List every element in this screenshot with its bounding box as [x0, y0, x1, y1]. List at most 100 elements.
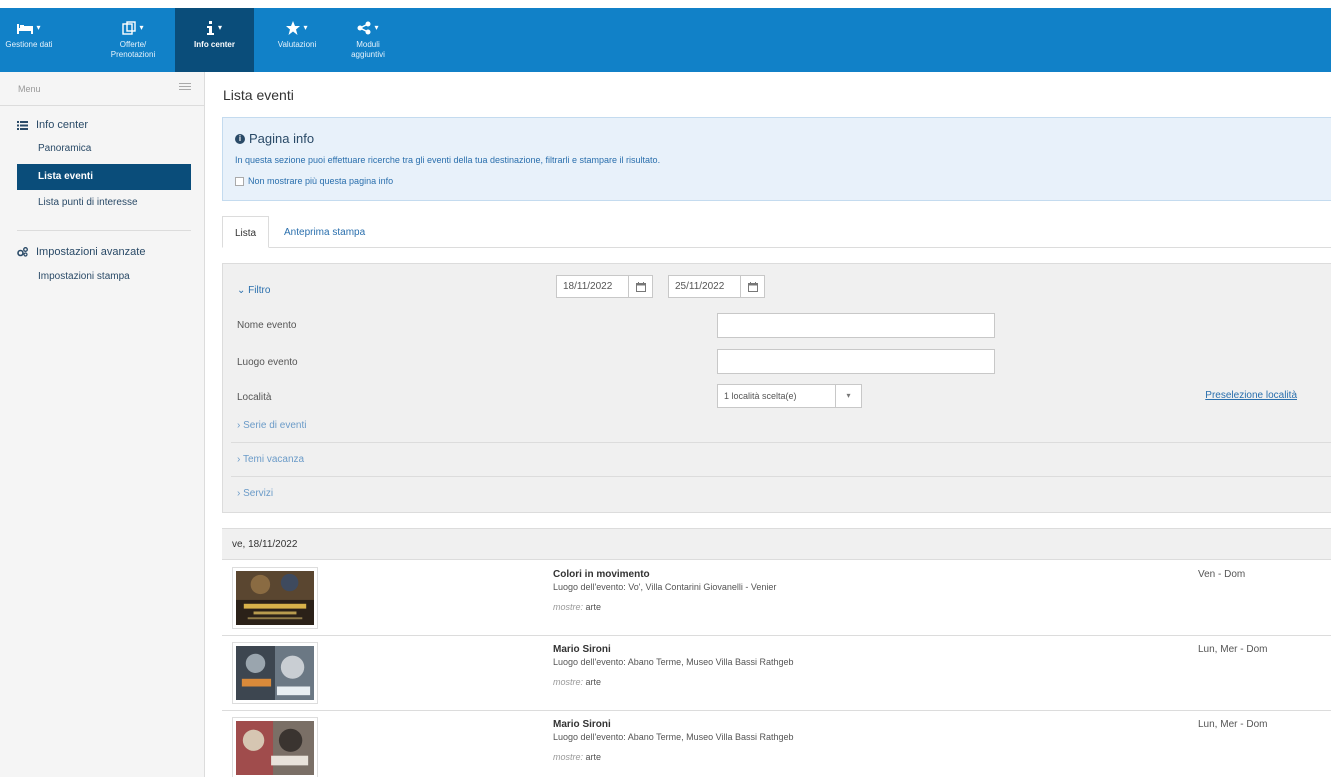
preselect-locality-link[interactable]: Preselezione località — [1205, 390, 1297, 401]
calendar-icon[interactable] — [628, 276, 652, 297]
event-category: mostre: arte — [553, 677, 601, 687]
collapse-temi-vacanza[interactable]: › Temi vacanza — [237, 454, 304, 465]
event-place-input[interactable] — [717, 349, 995, 374]
collapse-servizi[interactable]: › Servizi — [237, 488, 273, 499]
date-from-value: 18/11/2022 — [563, 281, 613, 292]
divider — [231, 442, 1331, 443]
info-box: i Pagina info In questa sezione puoi eff… — [222, 117, 1331, 201]
sidebar-item-lista-punti-interesse[interactable]: Lista punti di interesse — [38, 197, 138, 208]
hamburger-icon[interactable] — [179, 83, 191, 92]
event-title[interactable]: Mario Sironi — [553, 644, 611, 655]
collapse-label: Serie di eventi — [243, 420, 307, 431]
nav-label: Gestione dati — [5, 40, 53, 49]
event-thumbnail[interactable] — [232, 642, 318, 704]
gears-icon — [17, 247, 28, 257]
filter-panel: ⌄ Filtro 18/11/2022 25/11/2022 Nome even… — [222, 263, 1331, 513]
calendar-offer-icon — [122, 21, 137, 35]
sidebar-section-label: Info center — [36, 119, 88, 131]
sidebar-section-info-center[interactable]: Info center — [17, 119, 88, 131]
chevron-down-icon: ▾ — [139, 23, 144, 32]
event-name-input[interactable] — [717, 313, 995, 338]
chevron-down-icon: ▾ — [374, 23, 379, 32]
date-to-value: 25/11/2022 — [675, 281, 725, 292]
event-category-label: mostre: — [553, 602, 584, 612]
collapse-serie-eventi[interactable]: › Serie di eventi — [237, 420, 307, 431]
sidebar-menu-label: Menu — [18, 84, 41, 94]
collapse-label: Servizi — [243, 488, 274, 499]
chevron-down-icon[interactable]: ▾ — [835, 385, 861, 407]
sidebar-menu-header: Menu — [0, 72, 205, 106]
calendar-icon[interactable] — [740, 276, 764, 297]
sidebar-section-impostazioni-avanzate[interactable]: Impostazioni avanzate — [17, 246, 145, 258]
filter-toggle[interactable]: ⌄ Filtro — [237, 285, 270, 296]
sidebar-item-lista-eventi[interactable]: Lista eventi — [17, 164, 191, 190]
chevron-right-icon: › — [237, 420, 241, 431]
event-category-label: mostre: — [553, 677, 584, 687]
filter-toggle-label: Filtro — [248, 285, 271, 296]
star-icon — [286, 21, 301, 35]
event-thumbnail[interactable] — [232, 567, 318, 629]
tab-anteprima-stampa[interactable]: Anteprima stampa — [284, 216, 365, 248]
locality-select[interactable]: 1 località scelta(e) ▾ — [717, 384, 862, 408]
event-date-header: ve, 18/11/2022 — [222, 528, 1331, 560]
date-to-input[interactable]: 25/11/2022 — [668, 275, 765, 298]
chevron-right-icon: › — [237, 488, 241, 499]
nav-gestione-dati[interactable]: ▾ Gestione dati — [0, 8, 58, 72]
nav-label: Offerte/ Prenotazioni — [110, 40, 156, 59]
list-icon — [17, 120, 28, 130]
hide-info-checkbox-row[interactable]: Non mostrare più questa pagina info — [235, 176, 393, 186]
event-row[interactable]: Mario Sironi Luogo dell'evento: Abano Te… — [222, 711, 1331, 777]
event-image — [236, 646, 314, 700]
sidebar: Menu Info center Panoramica Lista eventi… — [0, 72, 205, 777]
tab-bar: Lista Anteprima stampa — [222, 216, 1331, 248]
page-title: Lista eventi — [223, 87, 294, 103]
event-place: Luogo dell'evento: Vo', Villa Contarini … — [553, 582, 777, 592]
event-category-value: arte — [585, 602, 602, 612]
share-icon — [357, 21, 371, 35]
nav-valutazioni[interactable]: ▾ Valutazioni — [264, 8, 330, 72]
hide-info-checkbox[interactable] — [235, 176, 244, 186]
event-days: Lun, Mer - Dom — [1198, 644, 1268, 655]
nav-moduli-aggiuntivi[interactable]: ▾ Moduli aggiuntivi — [340, 8, 396, 72]
event-days: Ven - Dom — [1198, 569, 1246, 580]
tab-lista[interactable]: Lista — [222, 216, 269, 248]
chevron-down-icon: ▾ — [217, 23, 222, 32]
event-thumbnail[interactable] — [232, 717, 318, 777]
collapse-label: Temi vacanza — [242, 454, 305, 465]
event-place-label: Luogo evento — [237, 357, 298, 368]
top-navigation-bar: ▾ Gestione dati ▾ Offerte/ Prenotazioni … — [0, 8, 1331, 72]
event-image — [236, 721, 314, 775]
event-title[interactable]: Colori in movimento — [553, 569, 650, 580]
sidebar-item-panoramica[interactable]: Panoramica — [38, 143, 91, 154]
nav-label: Info center — [194, 40, 235, 49]
event-row[interactable]: Colori in movimento Luogo dell'evento: V… — [222, 561, 1331, 636]
nav-label: Moduli aggiuntivi — [351, 40, 385, 59]
event-category: mostre: arte — [553, 602, 601, 612]
bed-icon — [17, 24, 34, 34]
nav-info-center[interactable]: ▾ Info center — [175, 8, 254, 72]
chevron-down-icon: ▾ — [36, 23, 41, 32]
nav-label: Valutazioni — [277, 40, 317, 49]
event-days: Lun, Mer - Dom — [1198, 719, 1268, 730]
event-title[interactable]: Mario Sironi — [553, 719, 611, 730]
chevron-down-icon: ⌄ — [237, 285, 246, 296]
event-category-value: arte — [585, 677, 602, 687]
chevron-down-icon: ▾ — [303, 23, 308, 32]
event-place: Luogo dell'evento: Abano Terme, Museo Vi… — [553, 732, 794, 742]
sidebar-divider — [17, 230, 191, 231]
info-text: In questa sezione puoi effettuare ricerc… — [235, 155, 661, 165]
event-category-label: mostre: — [553, 752, 584, 762]
chevron-right-icon: › — [237, 454, 241, 465]
sidebar-section-label: Impostazioni avanzate — [36, 246, 146, 258]
sidebar-item-impostazioni-stampa[interactable]: Impostazioni stampa — [38, 271, 130, 282]
event-place: Luogo dell'evento: Abano Terme, Museo Vi… — [553, 657, 794, 667]
locality-label: Località — [237, 392, 272, 403]
nav-offerte-prenotazioni[interactable]: ▾ Offerte/ Prenotazioni — [102, 8, 164, 72]
event-row[interactable]: Mario Sironi Luogo dell'evento: Abano Te… — [222, 636, 1331, 711]
info-icon — [206, 21, 214, 35]
divider — [231, 476, 1331, 477]
event-image — [236, 571, 314, 625]
hide-info-checkbox-label: Non mostrare più questa pagina info — [248, 176, 394, 186]
date-from-input[interactable]: 18/11/2022 — [556, 275, 653, 298]
event-name-label: Nome evento — [237, 320, 297, 331]
